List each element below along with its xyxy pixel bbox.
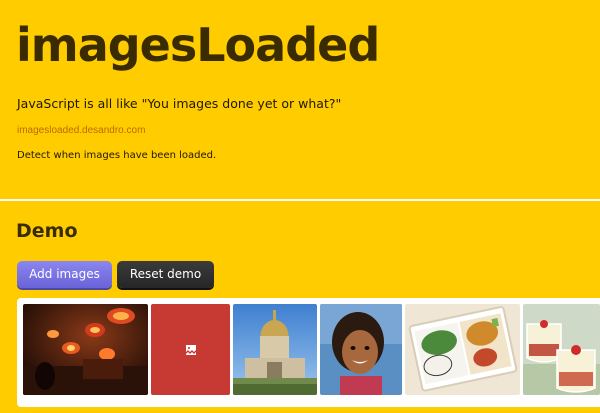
- site-link[interactable]: imagesloaded.desandro.com: [17, 125, 145, 136]
- gallery-image-bento-box: [405, 304, 520, 395]
- gallery-image-domed-building: [233, 304, 317, 395]
- page-header: imagesLoaded JavaScript is all like "You…: [0, 0, 600, 200]
- gallery-image-lamp-shop: [23, 304, 148, 395]
- gallery-image-broken: [151, 304, 230, 395]
- broken-image-icon: [185, 344, 196, 355]
- add-images-button[interactable]: Add images: [17, 261, 112, 288]
- gallery-image-dessert-cups: [523, 304, 600, 395]
- page-title: imagesLoaded: [16, 18, 380, 72]
- description: Detect when images have been loaded.: [17, 150, 217, 161]
- section-divider: [0, 199, 600, 201]
- gallery-image-smiling-child: [320, 304, 402, 395]
- reset-demo-button[interactable]: Reset demo: [117, 261, 214, 288]
- demo-heading: Demo: [16, 220, 78, 242]
- image-gallery: [17, 298, 600, 407]
- tagline: JavaScript is all like "You images done …: [17, 96, 342, 111]
